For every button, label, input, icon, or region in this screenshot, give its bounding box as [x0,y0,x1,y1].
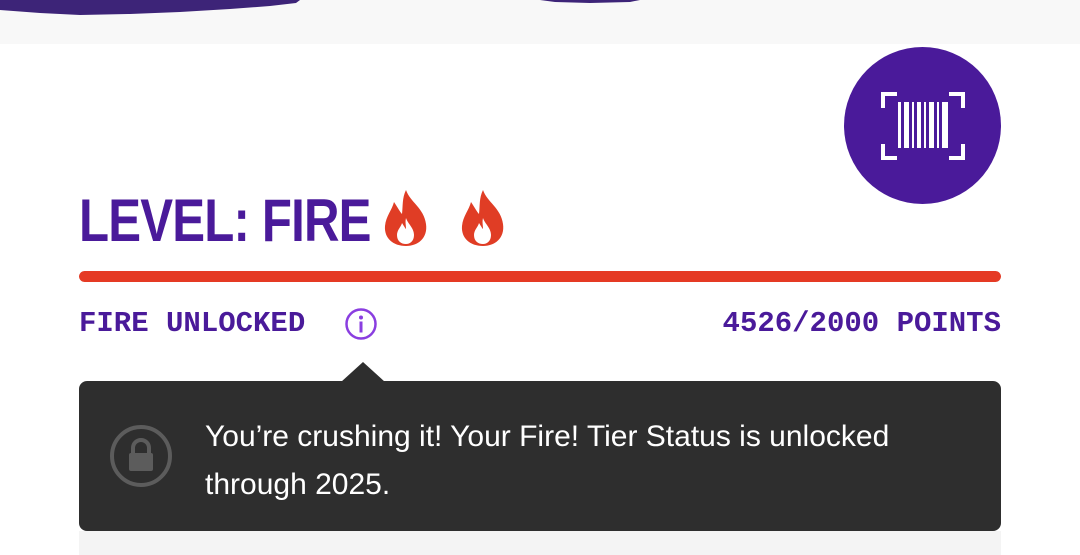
points-counter: 4526/2000 POINTS [722,307,1001,340]
next-card-edge [79,531,1001,555]
progress-bar [79,271,1001,282]
header-background [0,0,1080,44]
scan-barcode-button[interactable] [844,47,1001,204]
lock-icon [110,425,172,487]
tooltip-message: You’re crushing it! Your Fire! Tier Stat… [205,420,890,501]
flame-icon [384,190,427,246]
progress-bar-fill [79,271,1001,282]
info-icon[interactable] [344,307,378,341]
level-title: LEVEL: FIRE [79,187,371,254]
status-tooltip: You’re crushing it! Your Fire! Tier Stat… [79,381,1001,531]
flame-icon [461,190,504,246]
tier-status-label: FIRE UNLOCKED [79,307,306,340]
barcode-scan-icon [880,91,965,160]
tooltip-arrow [341,362,385,382]
brush-stroke-decoration [0,0,640,15]
